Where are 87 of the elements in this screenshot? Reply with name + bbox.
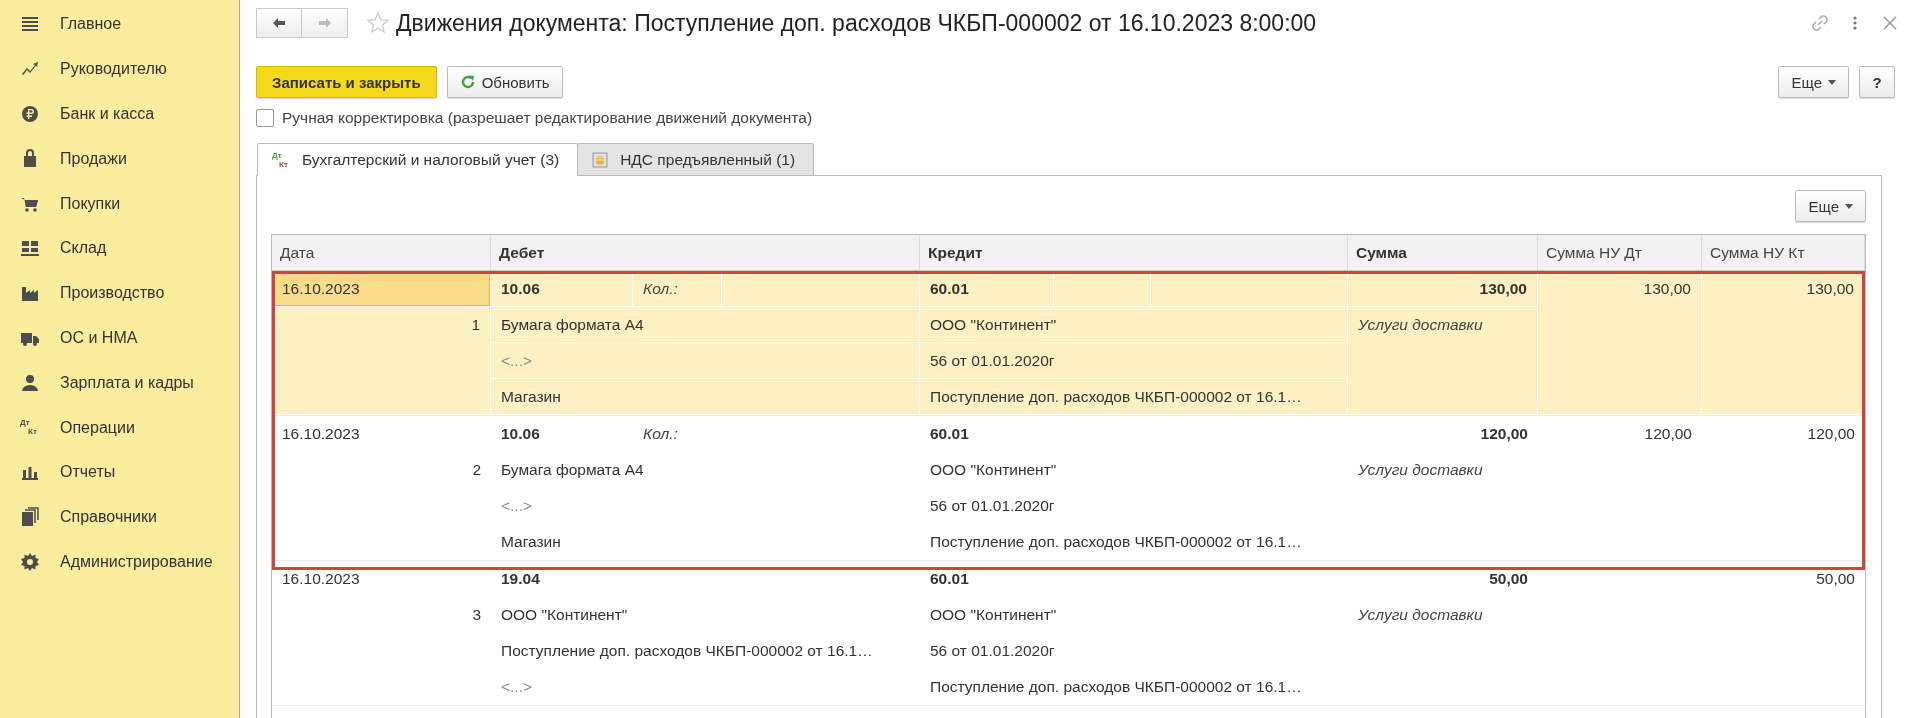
column-header[interactable]: Дебет bbox=[491, 235, 920, 270]
more-button[interactable]: Еще bbox=[1795, 190, 1866, 222]
sidebar-item[interactable]: Покупки bbox=[0, 181, 239, 226]
caret-icon bbox=[1828, 79, 1836, 85]
forward-arrow-icon bbox=[316, 15, 333, 31]
date-cell: 16.10.2023 bbox=[282, 425, 360, 443]
coins-icon bbox=[592, 151, 609, 168]
column-header[interactable]: Дата bbox=[272, 235, 491, 270]
documents-icon bbox=[20, 507, 40, 528]
sidebar-item[interactable]: Руководителю bbox=[0, 46, 239, 92]
amount-cell: 130,00 bbox=[1479, 279, 1527, 298]
amount-note: Услуги доставки bbox=[1358, 461, 1483, 479]
subconto-cell: <...> bbox=[501, 678, 533, 696]
sidebar-item[interactable]: Дт Кт Операции bbox=[0, 405, 239, 450]
star-icon[interactable] bbox=[366, 11, 390, 35]
sidebar-item[interactable]: Производство bbox=[0, 270, 239, 316]
window-title: Движения документа: Поступление доп. расходов ЧКБП-000002 от 16.10.2023 8:00:00 bbox=[396, 9, 1318, 37]
sidebar-item[interactable]: Главное bbox=[0, 2, 239, 47]
checkbox[interactable] bbox=[256, 109, 274, 127]
checkbox-label: Ручная корректировка (разрешает редактирование движений документа) bbox=[282, 109, 813, 127]
tab[interactable]: Дт Кт Бухгалтерский и налоговый учет (3) bbox=[257, 143, 579, 176]
quantity-label: Кол.: bbox=[643, 280, 678, 298]
row-number: 3 bbox=[472, 606, 481, 624]
sidebar-item[interactable]: Банк и касса bbox=[0, 91, 239, 137]
subconto-cell: Бумага формата А4 bbox=[501, 315, 644, 334]
caret-icon bbox=[1845, 203, 1853, 209]
settings-icon bbox=[20, 551, 40, 572]
column-header[interactable]: Сумма НУ Кт bbox=[1702, 235, 1865, 270]
subconto-cell: 56 от 01.01.2020г bbox=[930, 351, 1055, 370]
date-cell: 16.10.2023 bbox=[282, 279, 360, 298]
amount-cell: 120,00 bbox=[1480, 425, 1528, 443]
account-cell: 19.04 bbox=[501, 570, 540, 588]
account-cell: 10.06 bbox=[501, 425, 540, 443]
account-cell: 60.01 bbox=[930, 570, 969, 588]
sidebar-item[interactable]: Склад bbox=[0, 226, 239, 271]
amount-cell: 120,00 bbox=[1807, 425, 1855, 443]
subconto-cell: ООО "Континент" bbox=[930, 461, 1057, 479]
column-header[interactable]: Сумма НУ Дт bbox=[1538, 235, 1702, 270]
account-cell: 10.06 bbox=[501, 279, 540, 298]
subconto-cell: Магазин bbox=[501, 533, 561, 551]
sidebar-item[interactable]: Справочники bbox=[0, 494, 239, 540]
debit-credit-icon: Дт Кт bbox=[272, 150, 290, 169]
subconto-cell: Поступление доп. расходов ЧКБП-000002 от 16.1… bbox=[501, 642, 873, 660]
subconto-cell: 56 от 01.01.2020г bbox=[930, 642, 1055, 660]
date-cell: 16.10.2023 bbox=[282, 570, 360, 588]
person-icon bbox=[20, 372, 40, 393]
subconto-cell: Магазин bbox=[501, 387, 561, 406]
amount-note: Услуги доставки bbox=[1358, 316, 1483, 334]
subconto-cell: ООО "Континент" bbox=[501, 606, 628, 624]
sidebar-item[interactable]: ОС и НМА bbox=[0, 315, 239, 361]
amount-cell: 120,00 bbox=[1644, 425, 1692, 443]
subconto-cell: ООО "Континент" bbox=[930, 606, 1057, 624]
sidebar-item[interactable]: Продажи bbox=[0, 136, 239, 182]
warehouse-icon bbox=[20, 238, 40, 259]
subconto-cell: <...> bbox=[501, 497, 533, 515]
quantity-label: Кол.: bbox=[643, 425, 678, 443]
subconto-cell: <...> bbox=[501, 351, 533, 370]
row-number: 2 bbox=[472, 461, 481, 479]
subconto-cell: Поступление доп. расходов ЧКБП-000002 от 16.1… bbox=[930, 387, 1302, 406]
amount-cell: 50,00 bbox=[1816, 570, 1855, 588]
amount-note: Услуги доставки bbox=[1358, 606, 1483, 624]
sidebar-item[interactable]: Администрирование bbox=[0, 539, 239, 585]
row-number: 1 bbox=[471, 316, 480, 334]
subconto-cell: ООО "Континент" bbox=[930, 315, 1057, 334]
save-and-close-button[interactable]: Записать и закрыть bbox=[256, 66, 437, 98]
refresh-button[interactable]: Обновить bbox=[446, 66, 563, 98]
subconto-cell: Поступление доп. расходов ЧКБП-000002 от 16.1… bbox=[930, 533, 1302, 551]
refresh-icon bbox=[459, 74, 476, 90]
help-button[interactable]: ? bbox=[1859, 66, 1895, 98]
tab[interactable]: НДС предъявленный (1) bbox=[577, 143, 815, 176]
account-cell: 60.01 bbox=[930, 425, 969, 443]
amount-cell: 130,00 bbox=[1643, 280, 1691, 298]
column-header[interactable]: Сумма bbox=[1348, 235, 1538, 270]
amount-cell: 130,00 bbox=[1806, 280, 1854, 298]
column-header[interactable]: Кредит bbox=[920, 235, 1348, 270]
sidebar-item[interactable]: Зарплата и кадры bbox=[0, 360, 239, 406]
subconto-cell: Поступление доп. расходов ЧКБП-000002 от 16.1… bbox=[930, 678, 1302, 696]
debit-credit-icon: Дт Кт bbox=[20, 417, 40, 438]
more-button[interactable]: Еще bbox=[1778, 66, 1849, 98]
link-icon[interactable] bbox=[1810, 13, 1830, 33]
ruble-coin-icon bbox=[20, 104, 40, 124]
sidebar-item[interactable]: Отчеты bbox=[0, 449, 239, 495]
subconto-cell: Бумага формата А4 bbox=[501, 461, 644, 479]
back-button[interactable] bbox=[256, 8, 302, 38]
subconto-cell: 56 от 01.01.2020г bbox=[930, 497, 1055, 515]
amount-cell: 50,00 bbox=[1489, 570, 1528, 588]
account-cell: 60.01 bbox=[930, 279, 969, 298]
